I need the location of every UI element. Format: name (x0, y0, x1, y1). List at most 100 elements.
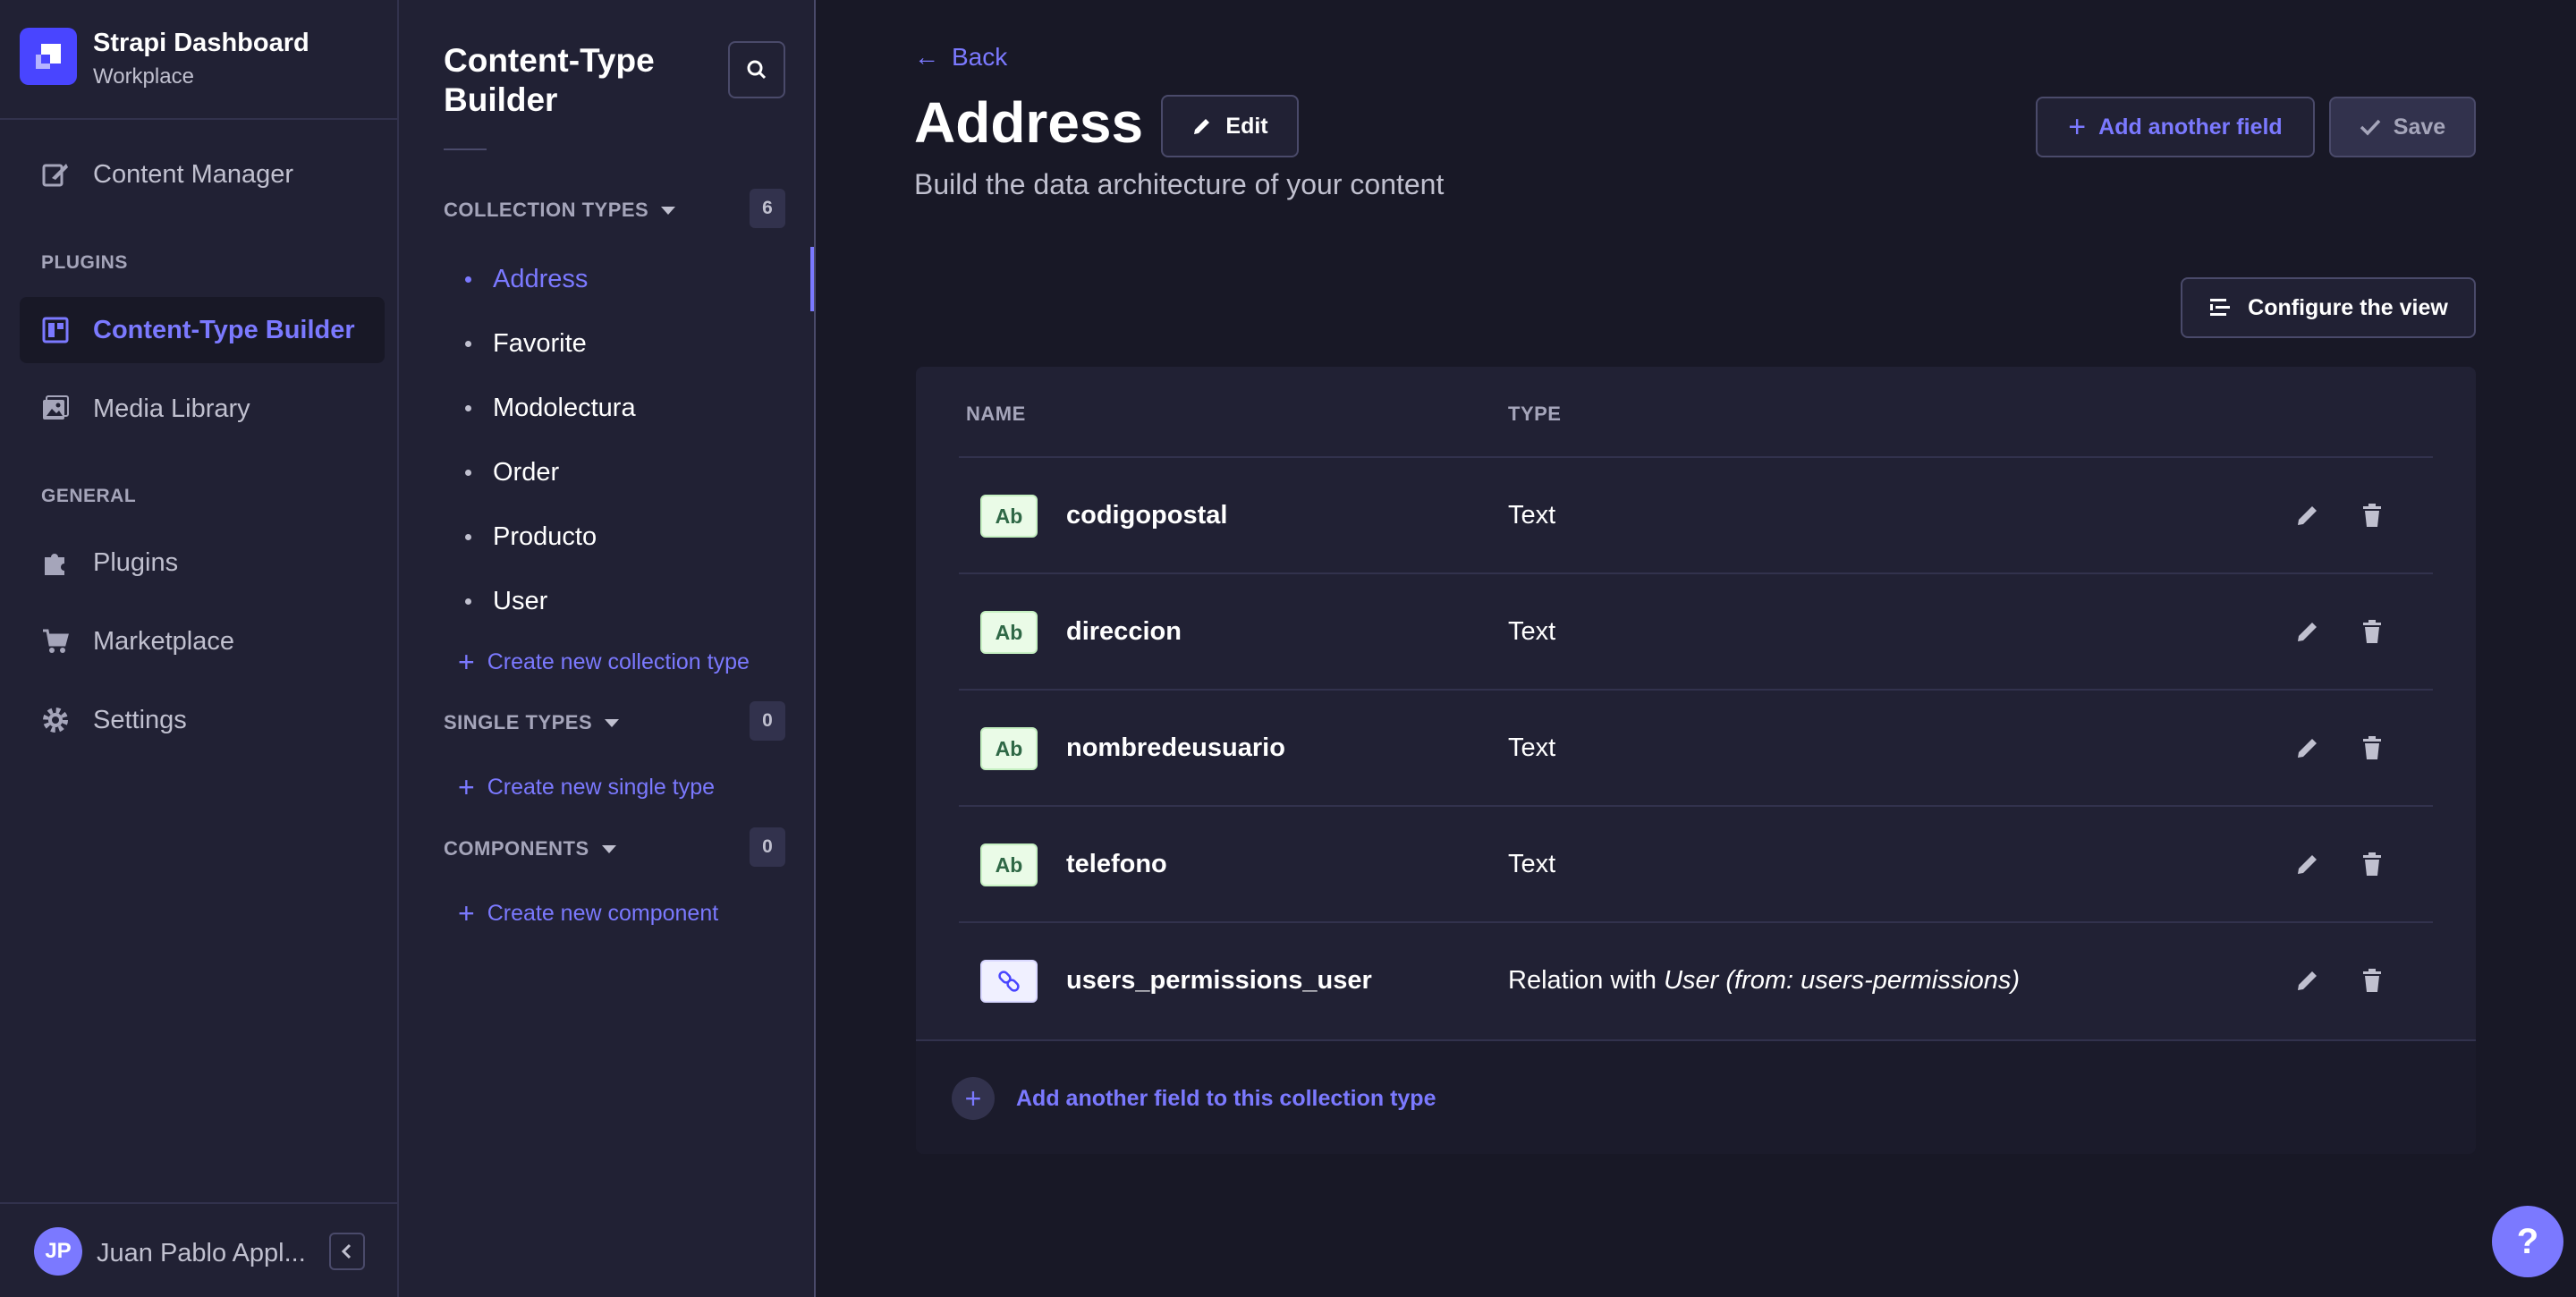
image-icon (43, 395, 69, 420)
brand-title: Strapi Dashboard (93, 29, 309, 57)
nav-item-plugins[interactable]: Plugins (20, 530, 385, 596)
nav-item-marketplace[interactable]: Marketplace (20, 608, 385, 674)
nav-section-general: GENERAL (41, 486, 137, 506)
pencil-icon[interactable] (2293, 850, 2322, 878)
add-field-footer-label: Add another field to this collection typ… (1016, 1086, 1436, 1111)
column-header-type: TYPE (1508, 403, 1562, 425)
cart-icon (43, 629, 69, 653)
puzzle-icon (45, 554, 64, 575)
add-field-footer[interactable]: + Add another field to this collection t… (916, 1039, 2476, 1154)
collection-type-label: Modolectura (493, 394, 636, 422)
section-label: COMPONENTS (444, 837, 589, 860)
text-type-badge: Ab (980, 727, 1038, 770)
plus-icon: + (458, 646, 475, 678)
subnav-search-button[interactable] (728, 41, 785, 98)
pencil-icon[interactable] (2293, 617, 2322, 646)
nav-item-content-type-builder[interactable]: Content-Type Builder (20, 297, 385, 363)
bullet (465, 276, 471, 283)
link-label: Create new collection type (487, 648, 750, 674)
link-label: Create new single type (487, 774, 715, 800)
pencil-icon[interactable] (2293, 733, 2322, 762)
check-icon (2360, 119, 2381, 136)
search-icon (747, 60, 767, 80)
avatar[interactable]: JP (34, 1227, 82, 1276)
collection-type-producto[interactable]: Producto (465, 522, 597, 552)
subnav-title: Content-Type Builder (444, 42, 655, 118)
save-button[interactable]: Save (2329, 97, 2476, 157)
field-type: Text (1508, 501, 1556, 530)
configure-view-button[interactable]: Configure the view (2181, 277, 2476, 338)
relation-prefix: Relation with (1508, 966, 1657, 995)
page-subtitle: Build the data architecture of your cont… (914, 168, 1445, 200)
caret-down-icon (661, 206, 676, 215)
link-icon (980, 960, 1038, 1003)
add-another-field-button[interactable]: + Add another field (2036, 97, 2315, 157)
pencil-icon[interactable] (2293, 501, 2322, 530)
single-types-count: 0 (750, 701, 785, 741)
collapse-nav-button[interactable] (329, 1233, 365, 1270)
nav-item-settings[interactable]: Settings (20, 687, 385, 753)
active-item-indicator (810, 247, 814, 311)
components-header[interactable]: COMPONENTS (444, 837, 616, 860)
field-name: direccion (1066, 617, 1182, 646)
edit-content-type-button[interactable]: Edit (1161, 95, 1299, 157)
collection-type-label: Order (493, 458, 560, 487)
layout-icon (42, 317, 69, 343)
nav-footer: JP Juan Pablo Appl... (0, 1202, 399, 1297)
single-types-header[interactable]: SINGLE TYPES (444, 711, 620, 734)
trash-icon[interactable] (2358, 501, 2386, 530)
list-settings-icon (2210, 299, 2231, 316)
back-link[interactable]: ← Back (914, 43, 1007, 72)
subnav-divider (444, 148, 487, 150)
feather-pen-icon (42, 164, 68, 187)
trash-icon[interactable] (2358, 733, 2386, 762)
collection-type-address[interactable]: Address (465, 265, 588, 294)
strapi-logo-icon (20, 28, 77, 85)
trash-icon[interactable] (2358, 966, 2386, 995)
column-header-name: NAME (966, 403, 1026, 425)
collection-type-label: Producto (493, 522, 597, 551)
collection-type-user[interactable]: User (465, 587, 547, 616)
chevron-left-icon (341, 1243, 352, 1259)
field-name: codigopostal (1066, 501, 1228, 530)
nav-section-plugins: PLUGINS (41, 252, 128, 273)
back-label: Back (952, 43, 1008, 71)
collection-types-header[interactable]: COLLECTION TYPES (444, 199, 676, 222)
trash-icon[interactable] (2358, 850, 2386, 878)
collection-type-modolectura[interactable]: Modolectura (465, 394, 636, 423)
collection-type-label: Favorite (493, 329, 587, 358)
pencil-icon (1194, 119, 1210, 134)
create-collection-type-link[interactable]: + Create new collection type (458, 648, 750, 676)
text-type-badge: Ab (980, 611, 1038, 654)
field-type: Text (1508, 617, 1556, 646)
nav-item-label: Media Library (93, 394, 250, 423)
relation-target: User (from: users-permissions) (1664, 966, 2021, 995)
create-component-link[interactable]: + Create new component (458, 899, 718, 928)
button-label: Add another field (2098, 114, 2283, 140)
create-single-type-link[interactable]: + Create new single type (458, 773, 715, 801)
button-label: Save (2393, 114, 2446, 140)
table-row: Ab codigopostal Text (959, 456, 2433, 572)
table-row: Ab nombredeusuario Text (959, 689, 2433, 805)
page-title: Address (914, 90, 1144, 155)
field-type: Text (1508, 733, 1556, 762)
nav-item-content-manager[interactable]: Content Manager (20, 141, 385, 208)
components-count: 0 (750, 827, 785, 867)
nav-item-media-library[interactable]: Media Library (20, 376, 385, 442)
field-type: Text (1508, 850, 1556, 878)
user-name[interactable]: Juan Pablo Appl... (97, 1239, 306, 1268)
field-type: Relation with User (from: users-permissi… (1508, 966, 2020, 996)
field-name: users_permissions_user (1066, 966, 1372, 995)
link-label: Create new component (487, 900, 719, 926)
collection-type-favorite[interactable]: Favorite (465, 329, 587, 359)
trash-icon[interactable] (2358, 617, 2386, 646)
pencil-icon[interactable] (2293, 966, 2322, 995)
nav-item-label: Content-Type Builder (93, 315, 355, 344)
help-button[interactable]: ? (2492, 1206, 2563, 1277)
collection-type-order[interactable]: Order (465, 458, 559, 487)
nav-item-label: Marketplace (93, 626, 234, 656)
bullet (465, 405, 471, 411)
collection-type-label: User (493, 587, 548, 615)
nav-item-label: Content Manager (93, 159, 294, 189)
button-label: Edit (1225, 113, 1268, 139)
